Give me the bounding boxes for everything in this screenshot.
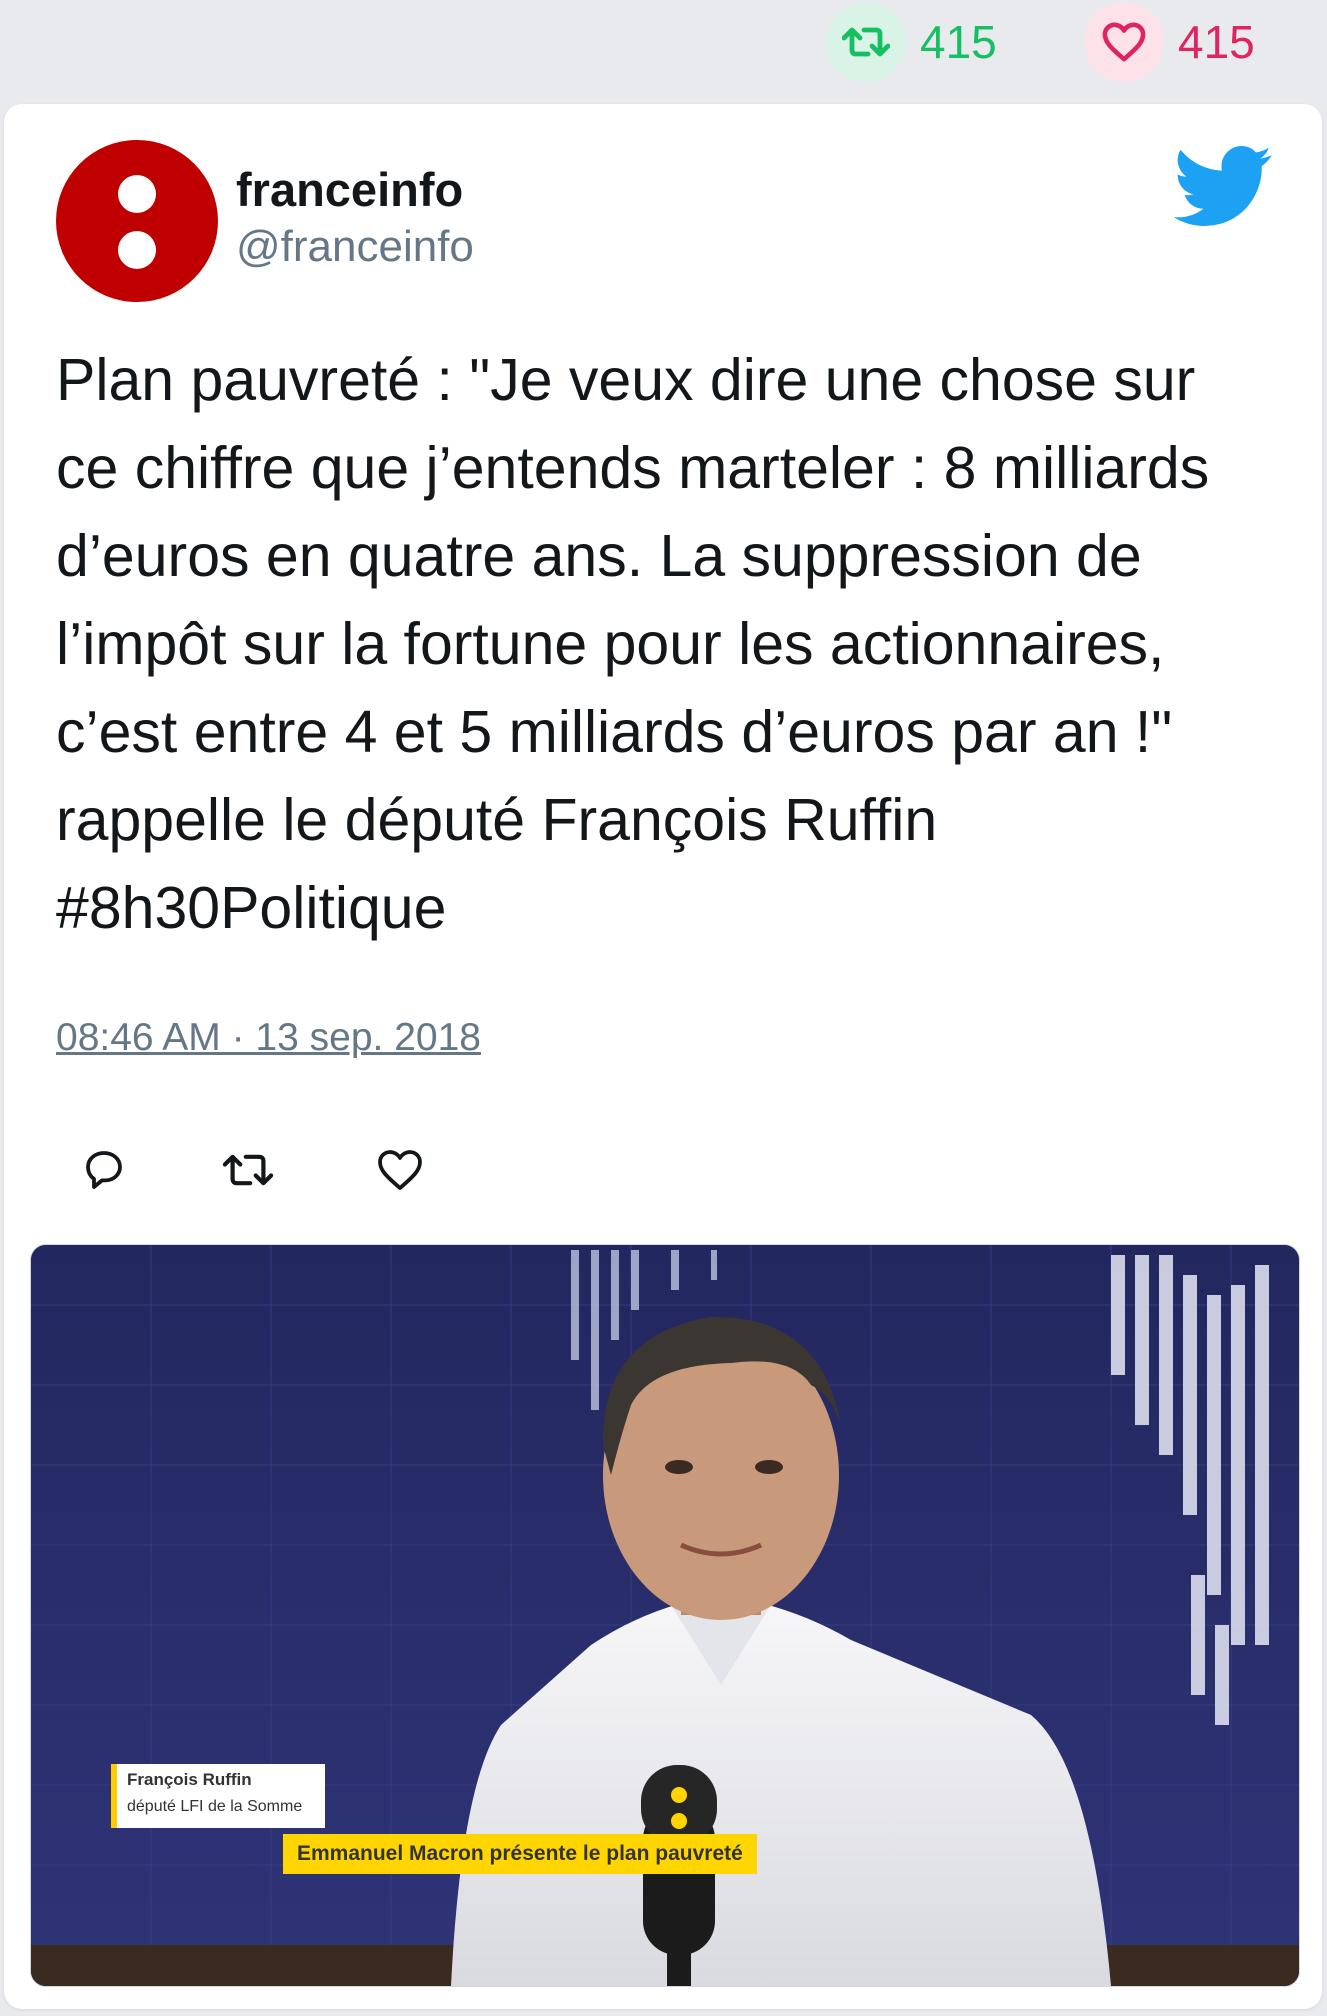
- retweet-count: 415: [920, 16, 997, 68]
- like-icon[interactable]: [370, 1140, 430, 1200]
- caption-name: François Ruffin: [127, 1770, 252, 1789]
- tweet-text: Plan pauvreté : "Je veux dire une chose …: [56, 347, 1210, 941]
- heart-icon[interactable]: [1084, 2, 1164, 82]
- tweet-media-image[interactable]: François Ruffin député LFI de la Somme E…: [30, 1244, 1300, 1987]
- caption-role: député LFI de la Somme: [127, 1798, 303, 1815]
- lower-third-headline: Emmanuel Macron présente le plan pauvret…: [283, 1834, 757, 1874]
- tweet-timestamp[interactable]: 08:46 AM · 13 sep. 2018: [56, 1016, 481, 1060]
- lower-third-name-caption: François Ruffin député LFI de la Somme: [111, 1764, 325, 1828]
- avatar-logo-dot: [118, 231, 156, 269]
- like-count-stat[interactable]: 415: [1084, 2, 1255, 82]
- tweet-card: franceinfo @franceinfo Plan pauvreté : "…: [4, 104, 1322, 2009]
- avatar-logo-dot: [118, 175, 156, 213]
- retweet-icon[interactable]: [826, 2, 906, 82]
- author-name[interactable]: franceinfo: [236, 162, 463, 217]
- retweet-icon[interactable]: [218, 1140, 278, 1200]
- like-count: 415: [1178, 16, 1255, 68]
- author-handle[interactable]: @franceinfo: [236, 222, 474, 272]
- retweet-count-stat[interactable]: 415: [826, 2, 997, 82]
- tv-studio-photo: [31, 1245, 1299, 1986]
- reply-icon[interactable]: [74, 1140, 134, 1200]
- top-stats-bar: 415 415: [0, 0, 1327, 96]
- avatar[interactable]: [56, 140, 218, 302]
- twitter-bird-icon[interactable]: [1173, 146, 1274, 228]
